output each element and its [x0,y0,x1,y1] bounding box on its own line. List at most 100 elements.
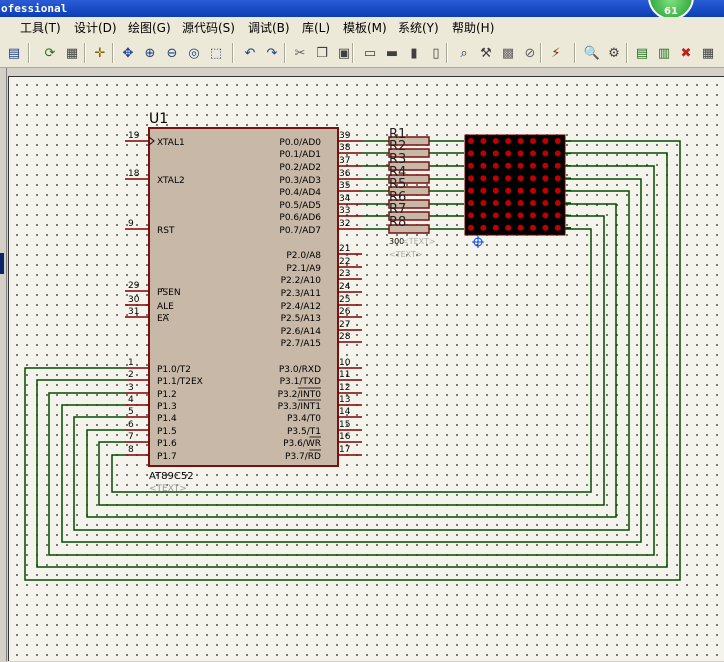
menu-item-3[interactable]: 源代码(S) [182,17,235,39]
led-dot [530,175,536,182]
menu-item-6[interactable]: 模板(M) [343,17,387,39]
schematic-canvas[interactable]: U1AT89C52<TEXT>19XTAL118XTAL29RST29PSEN3… [9,77,724,662]
block-delete-icon[interactable]: ▯ [426,43,446,63]
u1-pin-name: P2.3/A11 [281,289,321,299]
u1-ref: U1 [149,111,168,127]
led-dot [492,224,499,231]
copy-icon[interactable]: ❐ [312,43,332,63]
toolbar-separator [112,43,114,63]
u1-pin-name: P2.7/A15 [281,339,321,349]
led-dot [468,138,474,144]
menu-item-7[interactable]: 系统(Y) [398,17,439,39]
undo-icon[interactable]: ↶ [240,43,260,63]
u1-pin-number: 1 [128,358,134,368]
origin-icon[interactable]: ✛ [90,43,110,63]
cut-icon[interactable]: ✂ [290,43,310,63]
window-title: ofessional [1,2,68,15]
u1-pin-number: 4 [128,395,134,405]
toolbar-separator [284,43,286,63]
counter-badge[interactable]: 61 [648,0,694,17]
schematic-sheet[interactable]: U1 AT89C52 <TEXT> 19 XTAL1 18 XTAL2 9 RST 29 PSEN 3… [8,76,724,661]
block-copy-icon[interactable]: ▭ [360,43,380,63]
led-dot [468,175,474,182]
menu-item-5[interactable]: 库(L) [302,17,330,39]
menu-item-1[interactable]: 设计(D) [74,17,117,39]
led-dot [480,224,487,231]
u1-pin-name: P2.6/A14 [281,327,322,337]
make-device-icon[interactable]: ⚒ [476,43,496,63]
u1-pin-number: 5 [128,407,134,417]
led-dot [530,212,536,219]
led-dot [554,224,561,231]
led-dot [530,224,536,231]
u1-pin-name: RST [157,226,175,236]
led-dot [480,138,487,144]
u1-pin-name: P3.3/INT1 [278,402,321,412]
u1-pin-number: 6 [128,420,134,430]
resistor-text-placeholder: <TEXT> [402,237,436,246]
remove-sheet-icon[interactable]: ▥ [654,43,674,63]
u1-pin-number: 24 [339,282,351,292]
led-dot [542,138,549,144]
led-dot [530,162,536,169]
led-dot [480,162,487,169]
u1-pin-number: 35 [339,181,350,191]
menu-bar: 工具(T) 设计(D) 绘图(G) 源代码(S) 调试(B) 库(L) 模板(M) 系统(Y)… [0,17,724,39]
zoom-in-icon[interactable]: ⊕ [140,43,160,63]
u1-pin-name: P1.5 [157,427,177,437]
block-move-icon[interactable]: ▬ [382,43,402,63]
zoom-out-icon[interactable]: ⊖ [162,43,182,63]
paste-icon[interactable]: ▣ [334,43,354,63]
menu-item-8[interactable]: 帮助(H) [452,17,494,39]
u1-pin-name: P1.7 [157,452,177,462]
u1-pin-number: 30 [128,295,140,305]
led-dot [468,187,474,194]
refresh-icon[interactable]: ⟳ [40,43,60,63]
wire-autorouter-icon[interactable]: ⚡ [546,43,566,63]
u1-pin-name: XTAL2 [157,176,185,186]
led-dot [530,138,536,144]
led-dot [517,224,524,231]
decompose-icon[interactable]: ⊘ [520,43,540,63]
led-dot [505,162,512,169]
u1-pin-number: 14 [339,407,351,417]
led-dot [480,187,487,194]
property-assign-icon[interactable]: ⚙ [604,43,624,63]
u1-pin-number: 39 [339,131,351,141]
u1-pin-number: 8 [128,445,134,455]
package-icon[interactable]: ▩ [498,43,518,63]
led-dot [542,187,549,194]
led-dot [554,150,561,157]
u1-pin-number: 13 [339,395,350,405]
bill-of-materials-icon[interactable]: ▦ [698,43,718,63]
block-rotate-icon[interactable]: ▮ [404,43,424,63]
panel-selection-marker [0,253,4,274]
redo-icon[interactable]: ↷ [262,43,282,63]
led-dot [530,187,536,194]
document-icon[interactable]: ▤ [4,43,24,63]
u1-part-label: AT89C52 [149,471,194,482]
u1-pin-name: P3.7/RD [285,452,321,462]
u1-pin-number: 38 [339,143,351,153]
grid-icon[interactable]: ▦ [62,43,82,63]
led-dot [492,187,499,194]
u1-pin-number: 22 [339,257,350,267]
u1-pin-number: 37 [339,156,350,166]
u1-pin-number: 25 [339,295,350,305]
menu-item-4[interactable]: 调试(B) [248,17,290,39]
search-icon[interactable]: 🔍 [582,43,602,63]
u1-pin-number: 28 [339,332,351,342]
zoom-area-icon[interactable]: ⬚ [206,43,226,63]
u1-pin-name: P0.1/AD1 [279,150,321,160]
netlist-icon[interactable]: ✖ [676,43,696,63]
new-sheet-icon[interactable]: ▤ [632,43,652,63]
pan-icon[interactable]: ✥ [118,43,138,63]
menu-item-2[interactable]: 绘图(G) [128,17,171,39]
u1-pin-number: 15 [339,420,350,430]
menu-item-0[interactable]: 工具(T) [20,17,61,39]
p1-to-matrix-wire [24,140,681,581]
u1-pin-name: P1.1/T2EX [157,377,203,387]
u1-pin-number: 2 [128,370,134,380]
zoom-all-icon[interactable]: ◎ [184,43,204,63]
pick-device-icon[interactable]: ⌕ [454,43,474,63]
